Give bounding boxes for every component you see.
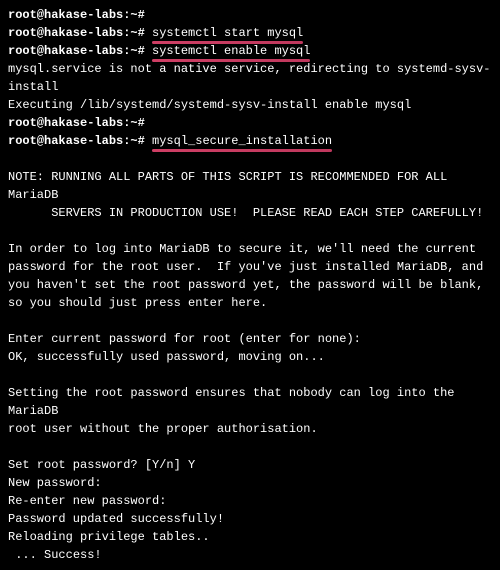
shell-prompt: root@hakase-labs:~# bbox=[8, 44, 145, 58]
blank-line bbox=[8, 222, 492, 240]
blank-line bbox=[8, 312, 492, 330]
command-text: systemctl enable mysql bbox=[152, 42, 310, 60]
blank-line bbox=[8, 366, 492, 384]
output-line: mysql.service is not a native service, r… bbox=[8, 60, 492, 96]
note-heading: NOTE: RUNNING ALL PARTS OF THIS SCRIPT I… bbox=[8, 168, 492, 204]
shell-prompt: root@hakase-labs:~# bbox=[8, 8, 145, 22]
output-line: OK, successfully used password, moving o… bbox=[8, 348, 492, 366]
blank-line bbox=[8, 438, 492, 456]
output-line: Setting the root password ensures that n… bbox=[8, 384, 492, 420]
prompt-line: root@hakase-labs:~# bbox=[8, 114, 492, 132]
command-text: systemctl start mysql bbox=[152, 24, 303, 42]
success-line: ... Success! bbox=[8, 546, 492, 564]
reenter-password-prompt: Re-enter new password: bbox=[8, 492, 492, 510]
command-text: mysql_secure_installation bbox=[152, 132, 332, 150]
output-line: you haven't set the root password yet, t… bbox=[8, 276, 492, 294]
output-line: In order to log into MariaDB to secure i… bbox=[8, 240, 492, 258]
output-line: Password updated successfully! bbox=[8, 510, 492, 528]
prompt-line: root@hakase-labs:~# bbox=[8, 6, 492, 24]
output-line: Reloading privilege tables.. bbox=[8, 528, 492, 546]
command-line: root@hakase-labs:~# systemctl enable mys… bbox=[8, 42, 492, 60]
note-body: SERVERS IN PRODUCTION USE! PLEASE READ E… bbox=[8, 204, 492, 222]
new-password-prompt: New password: bbox=[8, 474, 492, 492]
blank-line bbox=[8, 150, 492, 168]
output-line: password for the root user. If you've ju… bbox=[8, 258, 492, 276]
shell-prompt: root@hakase-labs:~# bbox=[8, 26, 145, 40]
shell-prompt: root@hakase-labs:~# bbox=[8, 116, 145, 130]
output-line: root user without the proper authorisati… bbox=[8, 420, 492, 438]
set-password-prompt: Set root password? [Y/n] Y bbox=[8, 456, 492, 474]
command-line: root@hakase-labs:~# mysql_secure_install… bbox=[8, 132, 492, 150]
shell-prompt: root@hakase-labs:~# bbox=[8, 134, 145, 148]
terminal[interactable]: root@hakase-labs:~# root@hakase-labs:~# … bbox=[0, 0, 500, 570]
output-line: so you should just press enter here. bbox=[8, 294, 492, 312]
command-line: root@hakase-labs:~# systemctl start mysq… bbox=[8, 24, 492, 42]
output-line: Executing /lib/systemd/systemd-sysv-inst… bbox=[8, 96, 492, 114]
password-prompt: Enter current password for root (enter f… bbox=[8, 330, 492, 348]
